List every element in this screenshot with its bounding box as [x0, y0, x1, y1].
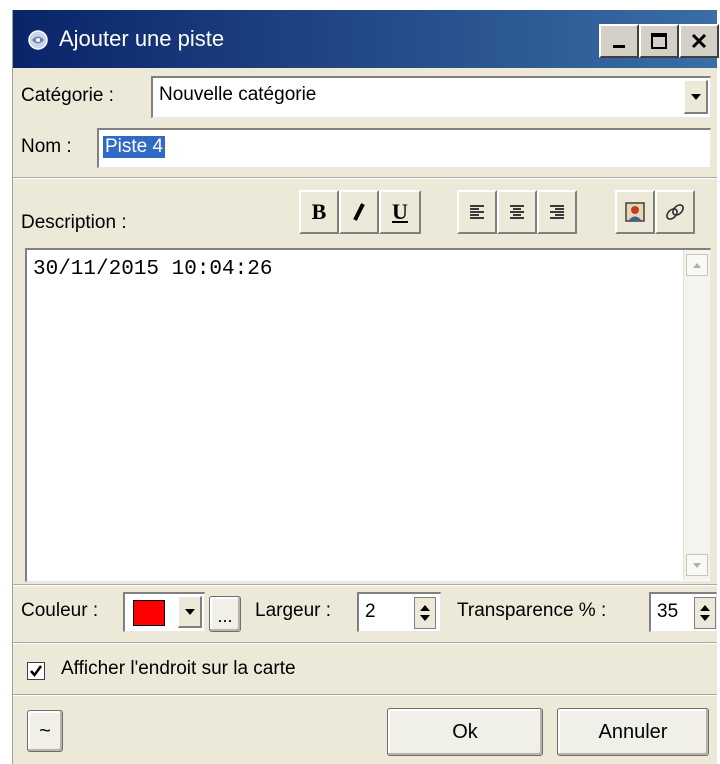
chevron-down-icon — [693, 562, 701, 568]
bold-button[interactable]: B — [299, 190, 339, 234]
category-label: Catégorie : — [21, 85, 114, 106]
category-value: Nouvelle catégorie — [159, 84, 317, 105]
description-text: 30/11/2015 10:04:26 — [33, 258, 273, 281]
scroll-down-button[interactable] — [686, 554, 708, 576]
description-scrollbar[interactable] — [683, 250, 710, 580]
checkmark-icon — [30, 665, 43, 678]
show-on-map-label[interactable]: Afficher l'endroit sur la carte — [61, 658, 296, 680]
spin-arrows-icon — [420, 605, 430, 621]
category-dropdown-button[interactable] — [684, 80, 708, 114]
color-swatch — [133, 600, 165, 626]
close-button[interactable] — [679, 24, 719, 58]
tilde-label: ~ — [39, 719, 51, 742]
chevron-down-icon — [690, 93, 701, 100]
add-track-dialog: Ajouter une piste Catégorie : Nouvelle c… — [12, 10, 719, 764]
link-icon — [666, 204, 684, 220]
portrait-icon — [625, 202, 645, 222]
width-stepper[interactable]: 2 — [357, 592, 441, 632]
title-bar[interactable]: Ajouter une piste — [13, 10, 719, 68]
app-icon — [28, 30, 48, 50]
name-value: Piste 4 — [103, 136, 166, 158]
chevron-up-icon — [693, 262, 701, 268]
name-input[interactable]: Piste 4 — [97, 128, 711, 168]
italic-button[interactable] — [339, 190, 379, 234]
transparency-stepper[interactable]: 35 — [649, 592, 717, 632]
chevron-down-icon — [184, 608, 195, 615]
bold-icon: B — [311, 199, 327, 224]
show-on-map-checkbox[interactable] — [27, 662, 45, 680]
maximize-icon — [651, 33, 667, 49]
align-center-icon — [510, 205, 524, 219]
spin-arrows-icon — [700, 605, 710, 621]
color-label: Couleur : — [21, 600, 99, 621]
align-right-icon — [550, 205, 564, 219]
tilde-button[interactable]: ~ — [27, 710, 63, 752]
window-title: Ajouter une piste — [59, 26, 225, 51]
width-label: Largeur : — [255, 600, 332, 621]
description-textarea[interactable]: 30/11/2015 10:04:26 — [25, 248, 711, 582]
divider — [13, 584, 717, 586]
underline-button[interactable]: U — [379, 190, 421, 234]
divider — [13, 694, 717, 696]
ellipsis-label: ... — [217, 606, 233, 626]
maximize-button[interactable] — [639, 24, 679, 58]
divider — [13, 177, 717, 179]
minimize-icon — [613, 45, 625, 48]
cancel-button[interactable]: Annuler — [557, 708, 709, 756]
divider — [13, 642, 717, 644]
transparency-value: 35 — [657, 601, 679, 622]
width-value: 2 — [365, 601, 376, 622]
ok-button[interactable]: Ok — [387, 708, 543, 756]
align-right-button[interactable] — [537, 190, 577, 234]
insert-link-button[interactable] — [655, 190, 695, 234]
width-spin-button[interactable] — [414, 597, 436, 629]
scroll-up-button[interactable] — [686, 254, 708, 276]
insert-image-button[interactable] — [615, 190, 655, 234]
align-center-button[interactable] — [497, 190, 537, 234]
italic-icon — [353, 203, 365, 221]
cancel-label: Annuler — [598, 720, 668, 743]
color-picker[interactable] — [123, 592, 205, 632]
minimize-button[interactable] — [599, 24, 639, 58]
name-label: Nom : — [21, 136, 72, 157]
description-label: Description : — [21, 212, 127, 233]
transparency-spin-button[interactable] — [694, 597, 716, 629]
close-icon — [691, 33, 707, 49]
underline-icon: U — [392, 199, 408, 224]
category-select[interactable]: Nouvelle catégorie — [151, 76, 711, 118]
more-colors-button[interactable]: ... — [209, 596, 241, 632]
transparency-label: Transparence % : — [457, 600, 607, 621]
ok-label: Ok — [452, 720, 478, 743]
color-dropdown-button[interactable] — [178, 596, 202, 628]
align-left-icon — [470, 205, 484, 219]
align-left-button[interactable] — [457, 190, 497, 234]
